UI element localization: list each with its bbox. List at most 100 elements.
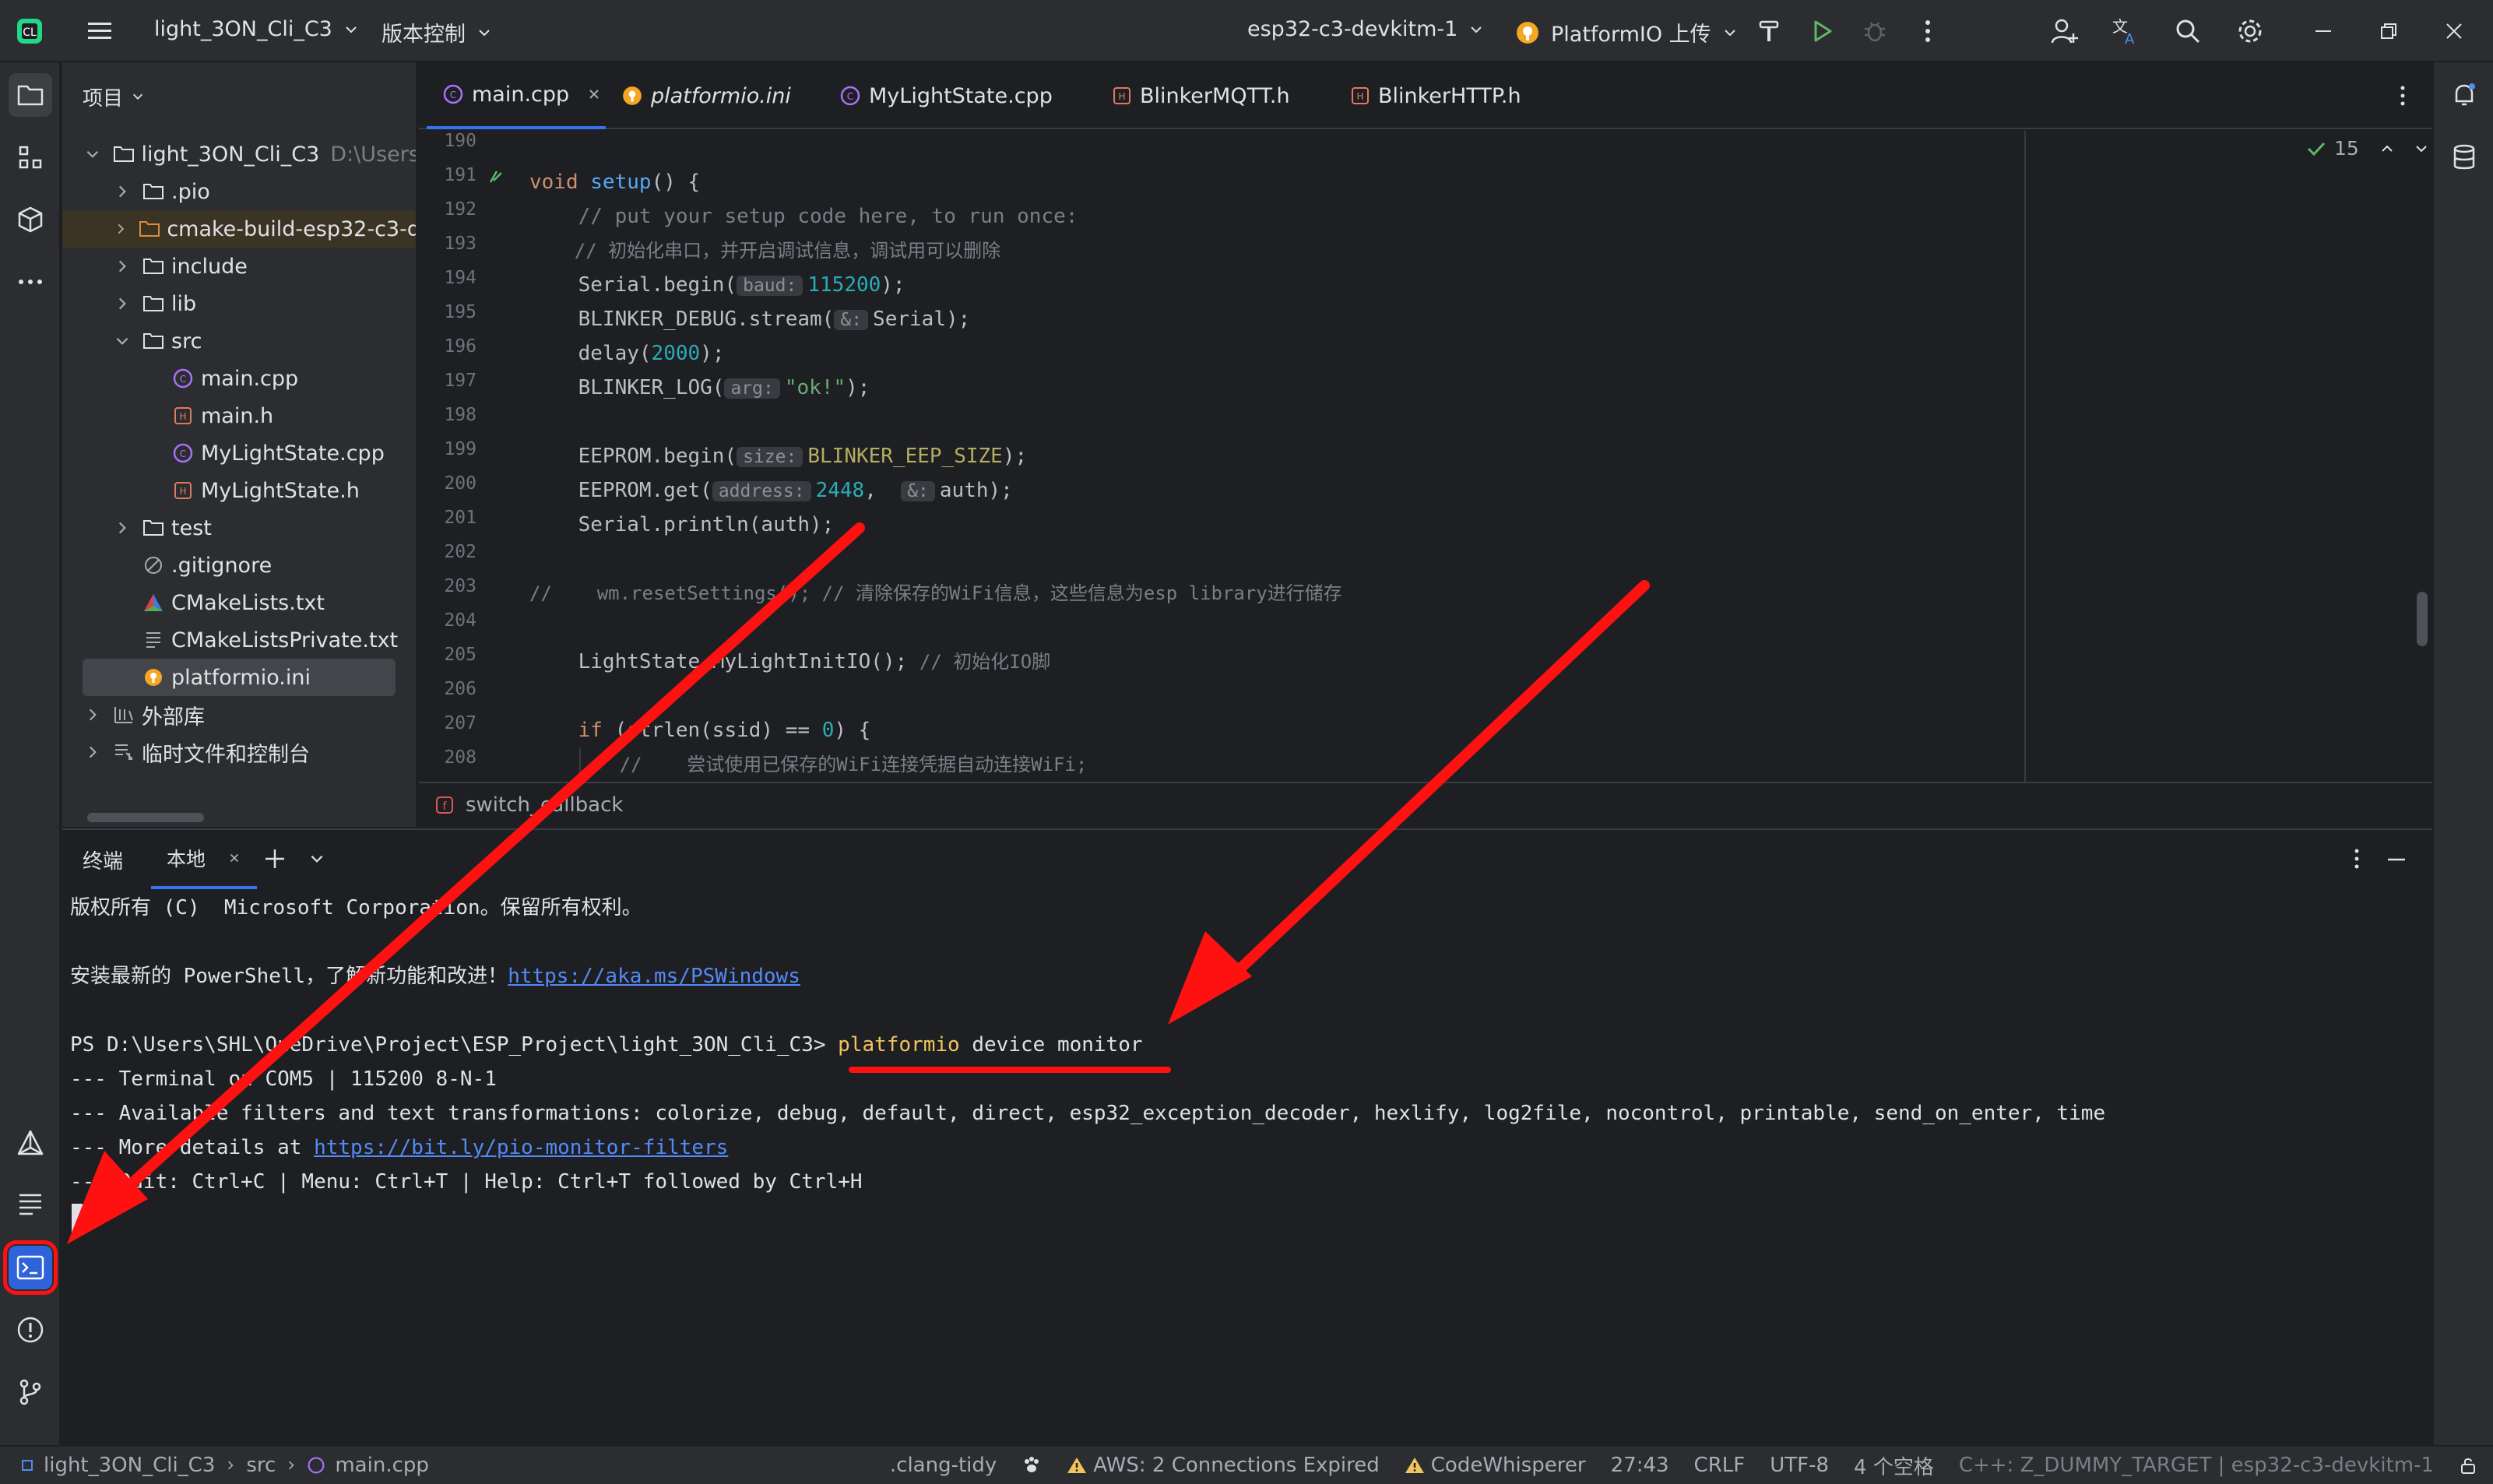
tab-blinkermqtt-h[interactable]: H BlinkerMQTT.h <box>1112 62 1290 129</box>
tree-item-label: platformio.ini <box>171 665 311 690</box>
tab-platformio-ini[interactable]: platformio.ini <box>618 62 791 129</box>
close-tab-icon[interactable] <box>586 86 602 102</box>
problems-icon[interactable] <box>9 1308 52 1352</box>
close-icon[interactable] <box>2432 9 2476 53</box>
chevron-right-icon <box>289 1461 294 1470</box>
terminal-line: 版权所有 (C) Microsoft Corporation。保留所有权利。 <box>70 896 642 920</box>
status-aws[interactable]: AWS: 2 Connections Expired <box>1067 1454 1380 1477</box>
settings-gear-icon[interactable] <box>2228 9 2272 53</box>
notifications-bell-icon[interactable] <box>2442 73 2486 117</box>
platformio-upload-select[interactable]: PlatformIO 上传 <box>1515 17 1738 47</box>
project-switcher[interactable]: light_3ON_Cli_C3 <box>154 17 359 41</box>
hide-panel-icon[interactable] <box>2386 849 2407 870</box>
minimize-icon[interactable] <box>2301 9 2345 53</box>
status-path[interactable]: light_3ON_Cli_C3 src main.cpp <box>20 1454 429 1477</box>
tab-options-icon[interactable] <box>2381 74 2424 118</box>
inspection-widget[interactable]: 15 <box>2306 137 2429 160</box>
chevron-down-icon[interactable] <box>308 850 325 867</box>
status-line-separator[interactable]: CRLF <box>1694 1454 1746 1477</box>
right-tool-window-bar <box>2432 62 2493 1445</box>
tree-item-cmake-build[interactable]: cmake-build-esp32-c3-d <box>62 210 416 248</box>
close-tab-icon[interactable] <box>227 851 241 865</box>
tree-root[interactable]: light_3ON_Cli_C3 D:\Users\ <box>84 135 417 173</box>
cmake-icon[interactable] <box>9 1121 52 1165</box>
text-file-icon <box>142 628 165 652</box>
add-user-icon[interactable] <box>2043 9 2087 53</box>
breadcrumb-label: switch_callback <box>466 793 624 817</box>
terminal-link[interactable]: https://bit.ly/pio-monitor-filters <box>314 1136 728 1159</box>
chevron-down-icon[interactable] <box>2414 141 2429 156</box>
database-icon[interactable] <box>2442 135 2486 179</box>
status-position[interactable]: 27:43 <box>1611 1454 1669 1477</box>
status-encoding[interactable]: UTF-8 <box>1770 1454 1829 1477</box>
more-tools-icon[interactable] <box>9 260 52 304</box>
folder-icon <box>112 142 135 166</box>
code-line: LightState MyLightInitIO(); // 初始化IO脚 <box>529 650 1051 673</box>
terminal-options-icon[interactable] <box>2353 847 2361 870</box>
tree-item-mylightstate-cpp[interactable]: C MyLightState.cpp <box>171 434 385 472</box>
terminal-icon[interactable] <box>3 1240 58 1295</box>
tree-item-cmakelists[interactable]: CMakeLists.txt <box>142 584 325 621</box>
terminal-line: --- Available filters and text transform… <box>70 1102 2106 1125</box>
run-icon[interactable] <box>1800 9 1844 53</box>
code-line: // wm.resetSettings(); // 清除保存的WiFi信息，这些… <box>529 582 1342 604</box>
tab-mylightstate-cpp[interactable]: C MyLightState.cpp <box>839 62 1053 129</box>
editor-vertical-scrollbar[interactable] <box>2417 592 2428 646</box>
code-line: delay(2000); <box>529 342 725 365</box>
translate-icon[interactable]: 文A <box>2104 9 2147 53</box>
chevron-right-icon <box>89 746 97 758</box>
run-config-select[interactable]: esp32-c3-devkitm-1 <box>1247 17 1484 41</box>
tab-main-cpp[interactable]: C main.cpp <box>427 62 606 129</box>
tree-item-mylightstate-h[interactable]: H MyLightState.h <box>171 472 360 509</box>
status-indent[interactable]: 4 个空格 <box>1854 1451 1934 1480</box>
terminal-tool-window: 终端 本地 版权所有 (C) Microsoft Corporation。保留所… <box>62 828 2432 1445</box>
chevron-up-icon[interactable] <box>2379 141 2395 156</box>
vcs-menu[interactable]: 版本控制 <box>382 17 492 47</box>
tree-item-pio[interactable]: .pio <box>114 173 210 210</box>
code-line: BLINKER_DEBUG.stream(&: Serial); <box>529 308 971 331</box>
structure-icon[interactable] <box>9 135 52 179</box>
tree-item-include[interactable]: include <box>114 248 248 285</box>
status-codewhisperer[interactable]: CodeWhisperer <box>1405 1454 1586 1477</box>
chevron-right-icon <box>89 709 97 721</box>
project-panel-header[interactable]: 项目 <box>62 62 416 131</box>
status-lock[interactable] <box>2459 1456 2477 1475</box>
tree-item-main-cpp[interactable]: C main.cpp <box>171 360 298 397</box>
restore-icon[interactable] <box>2367 9 2410 53</box>
tree-root-path: D:\Users\ <box>330 142 417 167</box>
cmake-file-icon <box>142 591 165 614</box>
terminal-link[interactable]: https://aka.ms/PSWindows <box>508 965 800 988</box>
tab-blinkerhttp-h[interactable]: H BlinkerHTTP.h <box>1350 62 1521 129</box>
tree-item-src[interactable]: src <box>114 322 202 360</box>
messages-list-icon[interactable] <box>9 1182 52 1226</box>
tree-item-gitignore[interactable]: .gitignore <box>142 547 272 584</box>
tree-item-test[interactable]: test <box>114 509 212 547</box>
status-clang-tidy[interactable]: .clang-tidy <box>890 1454 997 1477</box>
tree-item-cmakelistsprivate[interactable]: CMakeListsPrivate.txt <box>142 621 398 659</box>
tree-item-scratches[interactable]: 临时文件和控制台 <box>84 733 310 771</box>
build-hammer-icon[interactable] <box>1747 9 1791 53</box>
git-branch-icon[interactable] <box>9 1370 52 1414</box>
run-gutter-icon[interactable] <box>486 167 506 187</box>
status-paw-icon[interactable] <box>1021 1455 1042 1475</box>
code-line: Serial.begin(baud: 115200); <box>529 273 905 297</box>
tree-item-main-h[interactable]: H main.h <box>171 397 273 434</box>
project-horizontal-scrollbar[interactable] <box>87 813 204 822</box>
tree-item-label: MyLightState.h <box>201 478 360 503</box>
app-logo-icon[interactable]: CL <box>8 9 51 53</box>
tab-local-terminal[interactable]: 本地 <box>151 830 258 889</box>
status-context[interactable]: C++: Z_DUMMY_TARGET | esp32-c3-devkitm-1 <box>1959 1454 2434 1477</box>
code-view[interactable]: void setup() { // put your setup code he… <box>529 131 2126 782</box>
new-terminal-plus-icon[interactable] <box>263 847 287 870</box>
more-options-icon[interactable] <box>1906 9 1950 53</box>
search-icon[interactable] <box>2166 9 2210 53</box>
terminal-output[interactable]: 版权所有 (C) Microsoft Corporation。保留所有权利。 安… <box>62 889 2432 1447</box>
tree-item-lib[interactable]: lib <box>114 285 196 322</box>
code-breadcrumb[interactable]: f switch_callback <box>419 782 2432 827</box>
main-menu-icon[interactable] <box>78 9 121 53</box>
project-folder-icon[interactable] <box>9 73 52 117</box>
debug-bug-icon[interactable] <box>1853 9 1897 53</box>
tree-item-platformio-ini[interactable]: platformio.ini <box>83 659 396 696</box>
tree-item-external-libs[interactable]: 外部库 <box>84 696 205 733</box>
packages-cube-icon[interactable] <box>9 198 52 241</box>
